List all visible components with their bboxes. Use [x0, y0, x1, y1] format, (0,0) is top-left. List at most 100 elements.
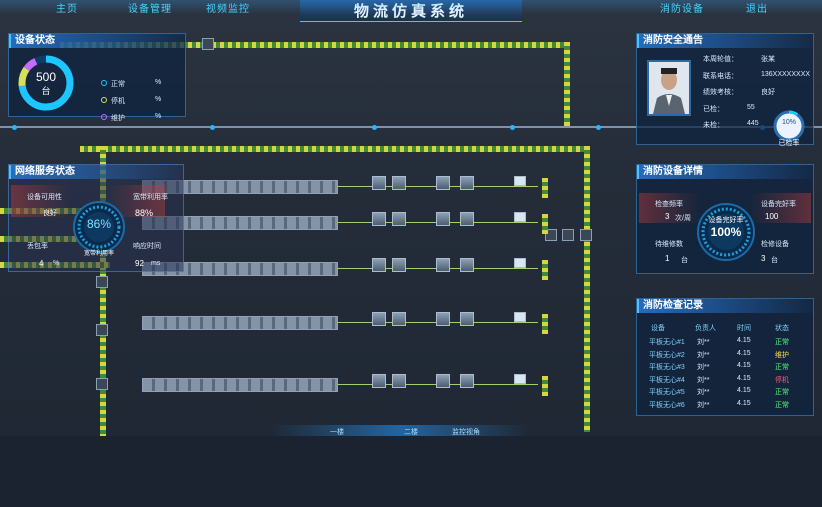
- conveyor-mid: [80, 146, 586, 152]
- checked-rate-value: 10%: [781, 119, 796, 126]
- header-status: 状态: [775, 325, 789, 332]
- workstation[interactable]: [514, 176, 526, 186]
- pending-repair-label: 待维修数: [655, 241, 683, 248]
- workstation[interactable]: [436, 374, 450, 388]
- panel-title: 消防设备详情: [637, 165, 813, 179]
- device-status-panel: 设备状态 500 台 正常% 停机% 维护%: [8, 33, 186, 122]
- record-status: 正常: [775, 389, 789, 396]
- conveyor-right-riser: [564, 42, 570, 126]
- tab-floor-1[interactable]: 一楼: [330, 427, 344, 436]
- workstation[interactable]: [460, 176, 474, 190]
- workstation[interactable]: [372, 258, 386, 272]
- notice-label: 未检：: [703, 122, 724, 129]
- junction-node[interactable]: [96, 276, 108, 288]
- nav-fire-equipment[interactable]: 消防设备: [660, 0, 704, 15]
- junction-node[interactable]: [96, 378, 108, 390]
- record-device: 平板无心#4: [649, 376, 685, 384]
- checked-rate-label: 已检率: [778, 140, 800, 147]
- network-status-panel: 网络服务状态 设备可用性 良好 宽带利用率 88% 丢包率 4 % 响应时间 9…: [8, 164, 184, 272]
- record-time: 4.15: [737, 349, 751, 357]
- nav-video-monitor[interactable]: 视频监控: [206, 0, 250, 15]
- workstation[interactable]: [372, 374, 386, 388]
- panel-title: 网络服务状态: [9, 165, 183, 179]
- header-device: 设备: [651, 325, 665, 332]
- record-device: 平板无心#5: [649, 389, 685, 396]
- notice-label: 已检：: [703, 105, 724, 113]
- nav-home[interactable]: 主页: [56, 0, 78, 15]
- junction-node[interactable]: [562, 229, 574, 241]
- workstation[interactable]: [436, 312, 450, 326]
- pending-repair-unit: 台: [681, 257, 688, 264]
- sensor-light: [510, 125, 515, 130]
- notice-value: 良好: [761, 89, 775, 96]
- packet-loss-label: 丢包率: [27, 243, 48, 250]
- sensor-light: [596, 125, 601, 130]
- workstation[interactable]: [392, 312, 406, 326]
- workstation[interactable]: [372, 212, 386, 226]
- workstation[interactable]: [372, 176, 386, 190]
- person-avatar-icon: [649, 62, 689, 114]
- record-time: 4.15: [737, 337, 751, 344]
- usage-label: 设备完好率: [761, 201, 796, 208]
- availability-value: 良好: [43, 210, 57, 217]
- sensor-light: [372, 125, 377, 130]
- workstation[interactable]: [436, 176, 450, 190]
- workstation[interactable]: [436, 258, 450, 272]
- repairing-unit: 台: [771, 257, 778, 264]
- legend-label: 停机: [111, 98, 125, 105]
- legend-dot: [101, 80, 107, 86]
- record-time: 4.15: [737, 362, 751, 369]
- workstation[interactable]: [392, 258, 406, 272]
- tab-floor-2[interactable]: 二楼: [404, 427, 418, 436]
- junction-node[interactable]: [580, 229, 592, 241]
- junction-node[interactable]: [202, 38, 214, 50]
- record-person: 刘**: [697, 339, 710, 346]
- nav-device-management[interactable]: 设备管理: [128, 0, 172, 15]
- notice-value: 445: [747, 120, 759, 127]
- conveyor-end: [542, 178, 548, 198]
- workstation[interactable]: [514, 258, 526, 268]
- nav-exit[interactable]: 退出: [746, 0, 768, 15]
- simulation-scene[interactable]: 主页 设备管理 视频监控 物流仿真系统 消防设备 退出 一楼 二楼 监控视角 设…: [0, 0, 822, 436]
- workstation[interactable]: [514, 312, 526, 322]
- bandwidth-value: 88%: [135, 208, 154, 218]
- conveyor-segment: [142, 378, 338, 392]
- workstation[interactable]: [514, 374, 526, 384]
- header-person: 负责人: [695, 325, 716, 332]
- response-time-unit: ms: [151, 260, 161, 267]
- notice-value: 55: [747, 103, 755, 111]
- header-time: 时间: [737, 325, 751, 332]
- device-total-value: 500: [35, 70, 57, 84]
- conveyor-end: [542, 214, 548, 234]
- repairing-label: 检修设备: [761, 241, 789, 248]
- workstation[interactable]: [392, 212, 406, 226]
- sensor-light: [210, 125, 215, 130]
- usage-value: 100: [765, 212, 779, 221]
- record-person: 刘**: [697, 389, 710, 396]
- workstation[interactable]: [514, 212, 526, 222]
- workstation[interactable]: [436, 212, 450, 226]
- equipment-gauge-label: 设备完好率: [708, 217, 744, 224]
- floor-tab-bar: [270, 425, 530, 436]
- panel-title: 消防安全通告: [637, 34, 813, 48]
- repairing-value: 3: [761, 254, 766, 263]
- legend-dot: [101, 114, 107, 120]
- availability-label: 设备可用性: [27, 194, 62, 201]
- workstation[interactable]: [392, 374, 406, 388]
- legend-value: %: [155, 113, 162, 120]
- response-time-label: 响应时间: [133, 243, 161, 250]
- inspection-value: 3: [665, 212, 670, 221]
- record-time: 4.15: [737, 399, 751, 407]
- tab-camera-view[interactable]: 监控视角: [452, 427, 480, 436]
- legend-label: 正常: [111, 81, 125, 88]
- workstation[interactable]: [460, 312, 474, 326]
- workstation[interactable]: [460, 374, 474, 388]
- record-status: 正常: [775, 339, 789, 346]
- workstation[interactable]: [460, 258, 474, 272]
- workstation[interactable]: [392, 176, 406, 190]
- junction-node[interactable]: [96, 324, 108, 336]
- conveyor-right-vertical: [584, 146, 590, 432]
- workstation[interactable]: [372, 312, 386, 326]
- equipment-gauge-value: 100%: [710, 225, 742, 239]
- workstation[interactable]: [460, 212, 474, 226]
